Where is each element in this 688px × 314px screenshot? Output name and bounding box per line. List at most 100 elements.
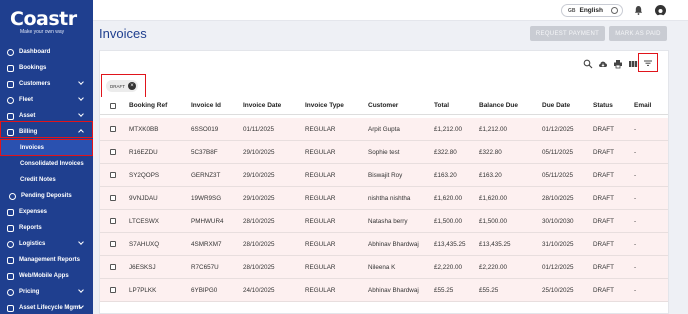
customers-icon <box>7 80 14 88</box>
sidebar-item-label: Expenses <box>19 209 48 215</box>
column-header-invoice-date[interactable]: Invoice Date <box>243 102 281 109</box>
bookings-icon <box>7 64 14 72</box>
chevron-down-icon <box>78 111 84 117</box>
row-checkbox[interactable] <box>110 241 116 247</box>
table-cell: - <box>634 172 637 179</box>
sidebar-item-web-mobile-apps[interactable]: Web/Mobile Apps <box>0 268 93 284</box>
row-checkbox[interactable] <box>110 195 116 201</box>
table-row[interactable]: 9VNJDAU 19WR9SG 29/10/2025 REGULAR nishtha n… <box>100 187 668 210</box>
bell-icon[interactable] <box>634 5 643 15</box>
row-checkbox[interactable] <box>110 264 116 270</box>
table-cell: LP7PLKK <box>129 287 157 294</box>
row-checkbox[interactable] <box>110 126 116 132</box>
coastr-logo[interactable]: Coastr Make your own way <box>10 10 85 38</box>
sidebar-item-label: Management Reports <box>19 257 81 263</box>
language-label: English <box>579 7 603 14</box>
column-header-due-date[interactable]: Due Date <box>542 102 570 109</box>
print-icon[interactable] <box>613 59 623 69</box>
row-checkbox[interactable] <box>110 287 116 293</box>
table-header: Booking Ref Invoice Id Invoice Date Invoice… <box>100 97 668 115</box>
table-cell: 01/12/2025 <box>542 264 574 271</box>
row-checkbox[interactable] <box>110 172 116 178</box>
asset-icon <box>7 112 14 120</box>
table-cell: 4SMRXM7 <box>191 241 222 248</box>
table-row[interactable]: J6ESKSJ R7C657U 28/10/2025 REGULAR Nileena K… <box>100 256 668 279</box>
table-cell: £322.80 <box>479 149 502 156</box>
sidebar-item-customers[interactable]: Customers <box>0 76 93 92</box>
table-cell: Nileena K <box>368 264 396 271</box>
table-cell: Arpit Gupta <box>368 126 400 133</box>
table-cell: 24/10/2025 <box>243 287 275 294</box>
request-payment-button[interactable]: REQUEST PAYMENT <box>530 26 605 41</box>
sidebar-item-label: Bookings <box>19 65 47 71</box>
table-cell: £55.25 <box>434 287 454 294</box>
sidebar-item-pending-deposits[interactable]: Pending Deposits <box>0 188 93 204</box>
row-checkbox[interactable] <box>110 149 116 155</box>
user-avatar-icon[interactable] <box>655 5 666 17</box>
sidebar-item-management-reports[interactable]: Management Reports <box>0 252 93 268</box>
table-cell: REGULAR <box>305 195 336 202</box>
search-icon[interactable] <box>583 59 593 69</box>
table-row[interactable]: LTCESWX PMHWUR4 28/10/2025 REGULAR Natasha b… <box>100 210 668 233</box>
sidebar-item-bookings[interactable]: Bookings <box>0 60 93 76</box>
table-cell: J6ESKSJ <box>129 264 156 271</box>
filter-icon[interactable] <box>643 58 653 68</box>
remove-filter-icon[interactable]: × <box>128 82 136 90</box>
table-row[interactable]: SY2QOPS GERNZ3T 29/10/2025 REGULAR Biswajit … <box>100 164 668 187</box>
management-reports-icon <box>7 256 14 264</box>
table-row[interactable]: S7AHUXQ 4SMRXM7 28/10/2025 REGULAR Abhinav B… <box>100 233 668 256</box>
column-header-customer[interactable]: Customer <box>368 102 398 109</box>
sidebar-item-expenses[interactable]: Expenses <box>0 204 93 220</box>
page-title: Invoices <box>99 26 147 41</box>
table-cell: £2,220.00 <box>434 264 463 271</box>
table-cell: DRAFT <box>593 195 614 202</box>
select-all-checkbox[interactable] <box>110 103 116 109</box>
sidebar-item-dashboard[interactable]: Dashboard <box>0 44 93 60</box>
download-icon[interactable] <box>598 59 608 69</box>
sidebar-item-asset-lifecycle-mgmt[interactable]: Asset Lifecycle Mgmt <box>0 300 93 314</box>
table-cell: DRAFT <box>593 218 614 225</box>
chevron-down-icon <box>78 239 84 245</box>
table-cell: £2,220.00 <box>479 264 508 271</box>
column-header-invoice-type[interactable]: Invoice Type <box>305 102 344 109</box>
table-cell: 28/10/2025 <box>542 195 574 202</box>
column-header-status[interactable]: Status <box>593 102 613 109</box>
apps-icon <box>7 272 14 280</box>
table-cell: - <box>634 241 637 248</box>
column-header-email[interactable]: Email <box>634 102 651 109</box>
table-cell: R7C657U <box>191 264 219 271</box>
table-cell: 6YBIPG0 <box>191 287 218 294</box>
column-header-balance-due[interactable]: Balance Due <box>479 102 518 109</box>
sidebar-item-logistics[interactable]: Logistics <box>0 236 93 252</box>
sidebar-item-reports[interactable]: Reports <box>0 220 93 236</box>
table-cell: SY2QOPS <box>129 172 160 179</box>
table-cell: REGULAR <box>305 172 336 179</box>
columns-icon[interactable] <box>628 59 638 69</box>
row-checkbox[interactable] <box>110 218 116 224</box>
table-cell: - <box>634 287 637 294</box>
language-selector[interactable]: GB English <box>561 4 623 17</box>
draft-filter-chip[interactable]: DRAFT × <box>106 80 138 92</box>
column-header-invoice-id[interactable]: Invoice Id <box>191 102 221 109</box>
table-row[interactable]: LP7PLKK 6YBIPG0 24/10/2025 REGULAR Abhinav B… <box>100 279 668 302</box>
column-header-booking-ref[interactable]: Booking Ref <box>129 102 167 109</box>
table-row[interactable]: MTXK0BB 6SSO019 01/11/2025 REGULAR Arpit Gup… <box>100 118 668 141</box>
sidebar-item-label: Credit Notes <box>20 177 56 183</box>
table-cell: £1,212.00 <box>479 126 508 133</box>
table-cell: 30/10/2030 <box>542 218 574 225</box>
column-header-total[interactable]: Total <box>434 102 449 109</box>
table-cell: DRAFT <box>593 287 614 294</box>
table-cell: £1,620.00 <box>479 195 508 202</box>
table-row[interactable]: R16EZDU 5C37B8F 29/10/2025 REGULAR Sophie te… <box>100 141 668 164</box>
sidebar-item-label: Dashboard <box>19 49 51 55</box>
sidebar-item-consolidated-invoices[interactable]: Consolidated Invoices <box>0 156 93 172</box>
table-cell: REGULAR <box>305 149 336 156</box>
sidebar-item-fleet[interactable]: Fleet <box>0 92 93 108</box>
sidebar-item-pricing[interactable]: Pricing <box>0 284 93 300</box>
mark-as-paid-button[interactable]: MARK AS PAID <box>609 26 667 41</box>
table-cell: Abhinav Bhardwaj <box>368 241 419 248</box>
sidebar-item-credit-notes[interactable]: Credit Notes <box>0 172 93 188</box>
sidebar: Coastr Make your own way Dashboard Bookin… <box>0 0 93 314</box>
table-cell: MTXK0BB <box>129 126 159 133</box>
chip-label: DRAFT <box>110 83 125 89</box>
